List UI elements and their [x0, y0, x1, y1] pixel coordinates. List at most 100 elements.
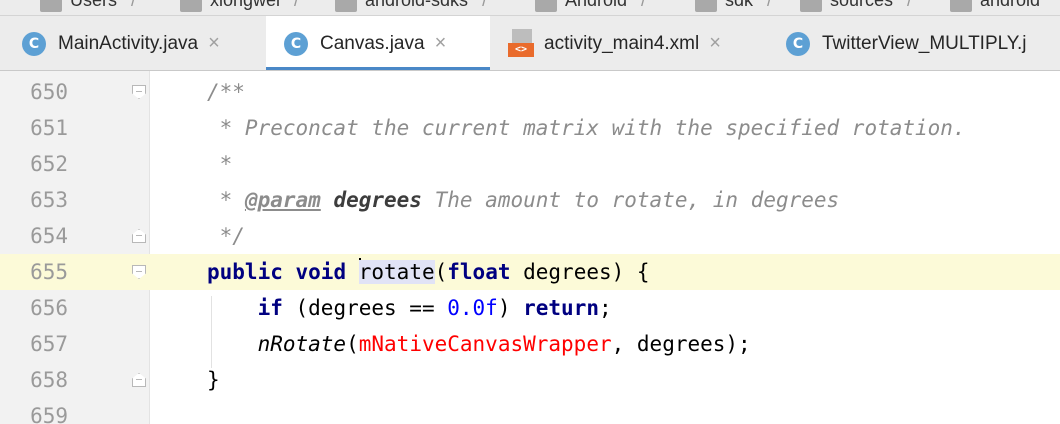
- fold-end-icon[interactable]: [132, 373, 146, 387]
- code-token: , degrees);: [611, 332, 751, 356]
- breadcrumb: / Users / xiongwei / android-sdks / Android…: [0, 0, 1060, 16]
- code-text[interactable]: * Preconcat the current matrix with the …: [207, 110, 966, 146]
- java-class-icon: C: [284, 31, 308, 56]
- code-token: ;: [598, 296, 612, 320]
- breadcrumb-item[interactable]: sources /: [800, 0, 912, 12]
- fold-end-icon[interactable]: [132, 229, 146, 243]
- code-line[interactable]: 656 if (degrees == 0.0f) return;: [0, 290, 1060, 326]
- java-class-icon: C: [22, 31, 46, 56]
- fold-collapse-icon[interactable]: [132, 265, 146, 279]
- tab-label: activity_main4.xml: [544, 32, 700, 54]
- tab-twitterview-multiply[interactable]: C TwitterView_MULTIPLY.j: [768, 16, 1060, 70]
- code-line[interactable]: 659: [0, 398, 1060, 424]
- folder-icon: [335, 0, 357, 12]
- breadcrumb-label: android: [980, 0, 1040, 11]
- code-token: if: [257, 296, 283, 320]
- breadcrumb-item[interactable]: android: [950, 0, 1040, 12]
- folder-icon: [950, 0, 972, 12]
- breadcrumb-label: xiongwei: [210, 0, 280, 11]
- tab-canvas[interactable]: C Canvas.java ×: [266, 16, 490, 70]
- code-line[interactable]: 651 * Preconcat the current matrix with …: [0, 110, 1060, 146]
- code-token: nRotate: [257, 332, 347, 356]
- line-number[interactable]: 655: [0, 254, 68, 290]
- breadcrumb-separator: /: [482, 0, 487, 11]
- code-text[interactable]: * @param degrees The amount to rotate, i…: [207, 182, 840, 218]
- code-text[interactable]: }: [207, 362, 220, 398]
- code-token: float: [447, 260, 511, 284]
- code-token: *: [207, 188, 245, 212]
- code-text[interactable]: nRotate(mNativeCanvasWrapper, degrees);: [207, 326, 751, 362]
- breadcrumb-label: Users: [70, 0, 117, 11]
- code-line[interactable]: 655 public void rotate(float degrees) {: [0, 254, 1060, 290]
- code-line[interactable]: 658}: [0, 362, 1060, 398]
- line-number[interactable]: 650: [0, 74, 68, 110]
- fold-collapse-icon[interactable]: [132, 85, 146, 99]
- code-token: void: [295, 260, 347, 284]
- code-token: (degrees ==: [282, 296, 448, 320]
- breadcrumb-label: sdk: [725, 0, 753, 11]
- code-token: degrees: [333, 188, 422, 212]
- line-number[interactable]: 651: [0, 110, 68, 146]
- code-line[interactable]: 653 * @param degrees The amount to rotat…: [0, 182, 1060, 218]
- xml-tag-badge: <>: [508, 42, 534, 57]
- tab-label: TwitterView_MULTIPLY.j: [822, 32, 1027, 54]
- line-number[interactable]: 652: [0, 146, 68, 182]
- code-token: (: [434, 260, 448, 284]
- code-token: public: [207, 260, 283, 284]
- line-number[interactable]: 657: [0, 326, 68, 362]
- breadcrumb-item[interactable]: android-sdks /: [335, 0, 487, 12]
- breadcrumb-separator: /: [0, 0, 1, 9]
- breadcrumb-label: Android: [565, 0, 627, 11]
- code-token: }: [207, 368, 220, 392]
- code-token: @param: [244, 188, 321, 212]
- folder-icon: [180, 0, 202, 12]
- tab-mainactivity[interactable]: C MainActivity.java ×: [0, 16, 266, 70]
- code-line[interactable]: 657 nRotate(mNativeCanvasWrapper, degree…: [0, 326, 1060, 362]
- code-text[interactable]: /**: [207, 74, 245, 110]
- code-token: 0.0f: [447, 296, 498, 320]
- code-token: (: [346, 332, 359, 356]
- code-text[interactable]: *: [207, 146, 233, 182]
- line-number[interactable]: 658: [0, 362, 68, 398]
- close-icon[interactable]: ×: [709, 32, 721, 55]
- line-number[interactable]: 659: [0, 398, 68, 424]
- code-line[interactable]: 652 *: [0, 146, 1060, 182]
- code-token: *: [207, 152, 233, 176]
- breadcrumb-label: android-sdks: [365, 0, 468, 11]
- code-token: mNativeCanvasWrapper: [358, 332, 612, 356]
- code-line[interactable]: 654 */: [0, 218, 1060, 254]
- close-icon[interactable]: ×: [208, 32, 220, 55]
- breadcrumb-separator: /: [131, 0, 136, 11]
- breadcrumb-item[interactable]: Android /: [535, 0, 646, 12]
- editor-tab-bar: C MainActivity.java × C Canvas.java × <>…: [0, 16, 1060, 71]
- code-token: degrees) {: [510, 260, 650, 284]
- code-text[interactable]: public void rotate(float degrees) {: [207, 254, 650, 290]
- breadcrumb-item[interactable]: sdk /: [695, 0, 772, 12]
- breadcrumb-item[interactable]: xiongwei /: [180, 0, 299, 12]
- breadcrumb-label: sources: [830, 0, 893, 11]
- tab-activity-main4[interactable]: <> activity_main4.xml ×: [490, 16, 768, 70]
- code-text[interactable]: if (degrees == 0.0f) return;: [207, 290, 612, 326]
- folder-icon: [40, 0, 62, 12]
- folder-icon: [535, 0, 557, 12]
- breadcrumb-item[interactable]: /: [0, 0, 1, 9]
- folder-icon: [695, 0, 717, 12]
- folder-icon: [800, 0, 822, 12]
- code-text[interactable]: */: [207, 218, 245, 254]
- line-number[interactable]: 653: [0, 182, 68, 218]
- java-class-icon: C: [786, 31, 810, 56]
- breadcrumb-separator: /: [907, 0, 912, 11]
- code-token: * Preconcat the current matrix with the …: [207, 116, 966, 140]
- line-number[interactable]: 656: [0, 290, 68, 326]
- code-token: rotate: [358, 260, 435, 284]
- code-line[interactable]: 650 /**: [0, 74, 1060, 110]
- breadcrumb-item[interactable]: Users /: [40, 0, 136, 12]
- code-token: ): [497, 296, 524, 320]
- code-editor[interactable]: 650 /** 651 * Preconcat the current matrix…: [0, 71, 1060, 424]
- tab-label: Canvas.java: [320, 32, 425, 54]
- close-icon[interactable]: ×: [435, 32, 447, 55]
- line-number[interactable]: 654: [0, 218, 68, 254]
